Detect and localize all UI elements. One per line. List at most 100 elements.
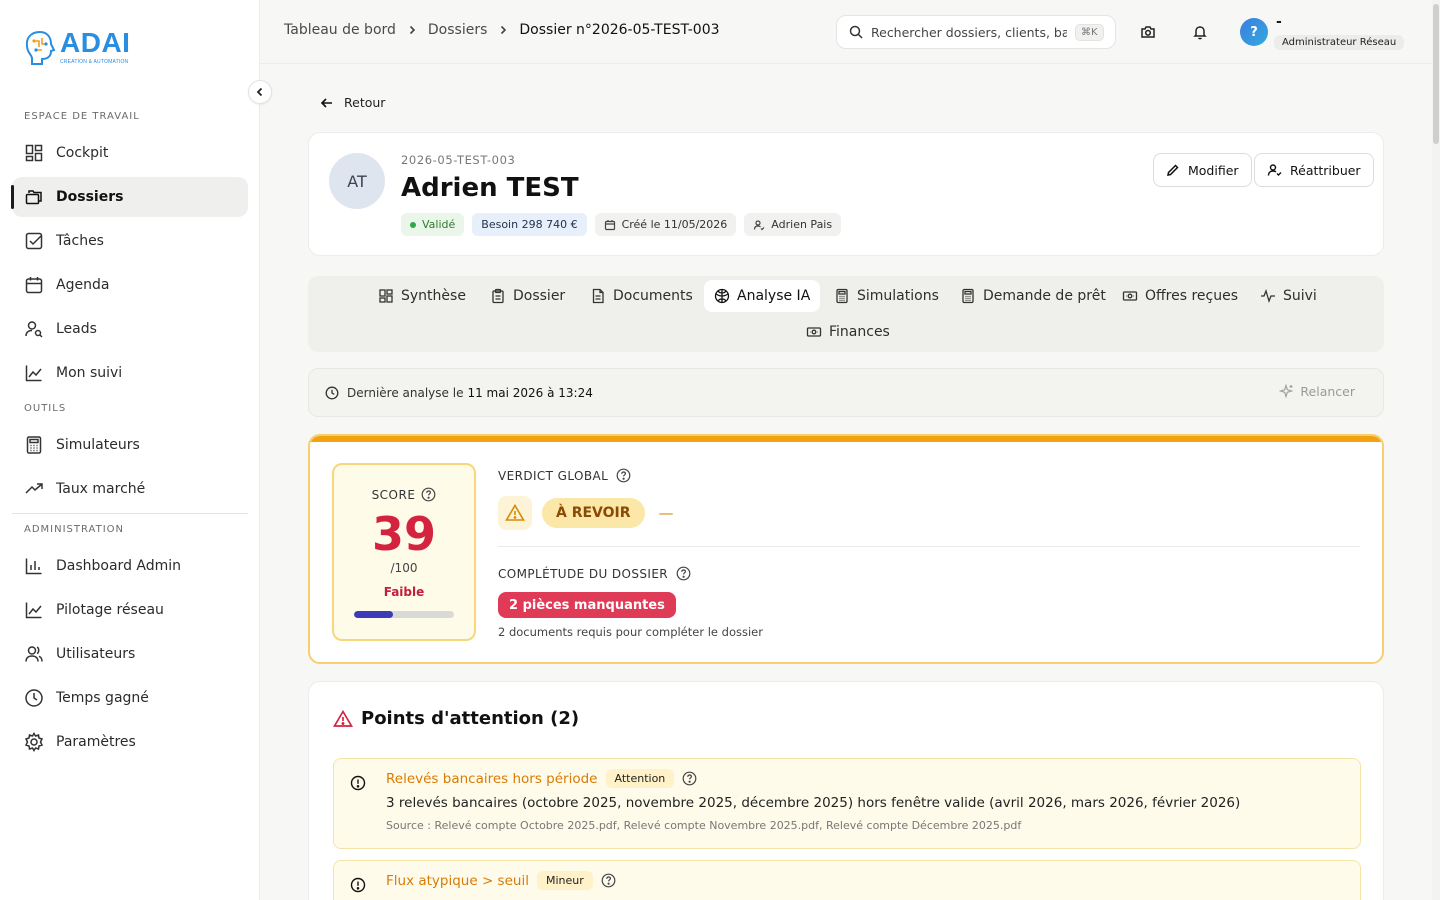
last-analysis-label: Dernière analyse le [347,385,464,400]
scrollbar-thumb[interactable] [1433,4,1439,144]
sidebar-item-leads[interactable]: Leads [12,309,248,349]
tab-analyse-ia[interactable]: Analyse IA [704,280,821,312]
sidebar-item-label: Pilotage réseau [56,602,164,618]
tab-documents[interactable]: Documents [580,280,703,312]
clock-icon [25,689,43,707]
client-header-card: AT 2026-05-TEST-003 Adrien TEST Validé B… [308,132,1384,256]
score-progress-fill [354,611,393,618]
attention-item[interactable]: Flux atypique > seuil Mineur [333,860,1361,900]
sidebar-item-taux-marche[interactable]: Taux marché [12,469,248,509]
pencil-icon [1167,164,1179,176]
sidebar-item-label: Tâches [56,233,104,249]
search-input[interactable] [871,24,1067,40]
tab-finances[interactable]: Finances [796,316,900,348]
sidebar-item-taches[interactable]: Tâches [12,221,248,261]
sidebar-item-mon-suivi[interactable]: Mon suivi [12,353,248,393]
bar-chart-icon [25,558,42,575]
file-icon [592,288,604,304]
attention-item-text: 3 relevés bancaires (octobre 2025, novem… [386,795,1241,811]
score-progress-bar [354,611,454,618]
sidebar-item-label: Utilisateurs [56,646,136,662]
sidebar-item-utilisateurs[interactable]: Utilisateurs [12,634,248,674]
attention-item-header: Flux atypique > seuil Mineur [386,871,616,890]
sparkles-icon [1279,384,1294,399]
client-avatar: AT [329,153,385,209]
help-icon[interactable] [421,487,436,502]
calculator-icon [836,288,848,304]
tab-label: Synthèse [401,288,466,304]
sidebar-item-agenda[interactable]: Agenda [12,265,248,305]
status-badge: Validé [401,213,465,236]
attention-item[interactable]: Relevés bancaires hors période Attention… [333,758,1361,849]
score-value: 39 [371,507,436,561]
user-search-icon [25,321,43,338]
sidebar-item-simulateurs[interactable]: Simulateurs [12,425,248,465]
help-icon[interactable] [676,566,691,581]
tab-demande-de-pret[interactable]: Demande de prêt [950,280,1116,312]
help-icon[interactable] [616,468,631,483]
help-icon[interactable] [601,873,616,888]
reassign-button[interactable]: Réattribuer [1254,153,1374,187]
search-box[interactable]: ⌘K [836,15,1116,49]
warning-triangle-icon [505,503,525,521]
breadcrumb-link-dashboard[interactable]: Tableau de bord [284,22,396,38]
sidebar-item-label: Taux marché [56,481,146,497]
sidebar-item-temps-gagne[interactable]: Temps gagné [12,678,248,718]
tab-label: Finances [829,324,890,340]
tab-label: Suivi [1283,288,1317,304]
help-icon[interactable] [682,771,697,786]
rerun-analysis-button[interactable]: Relancer [1279,384,1355,399]
brand-logo[interactable]: ADAI CREATION & AUTOMATION [22,28,130,68]
tab-simulations[interactable]: Simulations [824,280,949,312]
collapse-sidebar-button[interactable] [248,80,272,104]
completeness-title: COMPLÉTUDE DU DOSSIER [498,566,669,581]
tab-label: Simulations [857,288,939,304]
nav-divider [12,513,248,514]
activity-icon [1261,289,1275,303]
page-scrollbar[interactable] [1432,0,1440,900]
score-max: /100 [390,561,418,575]
banknote-icon [1122,291,1138,301]
user-plus-icon [1267,164,1282,176]
breadcrumb-link-dossiers[interactable]: Dossiers [428,22,488,38]
tab-synthese[interactable]: Synthèse [368,280,476,312]
chevron-right-icon [409,25,416,35]
attention-item-title: Flux atypique > seuil [386,872,529,889]
calculator-icon [26,436,42,454]
notifications-button[interactable] [1188,20,1212,44]
rerun-label: Relancer [1300,384,1355,399]
trending-up-icon [25,483,43,494]
folders-icon [25,190,42,205]
missing-documents-badge[interactable]: 2 pièces manquantes [498,592,676,618]
camera-button[interactable] [1136,20,1160,44]
sidebar-item-cockpit[interactable]: Cockpit [12,133,248,173]
user-avatar[interactable]: ? [1240,18,1268,46]
score-label: SCORE [371,487,416,502]
search-icon [849,25,863,39]
tab-dossier[interactable]: Dossier [480,280,575,312]
sidebar-item-pilotage-reseau[interactable]: Pilotage réseau [12,590,248,630]
tab-label: Documents [613,288,693,304]
calculator-icon [962,288,974,304]
created-badge: Créé le 11/05/2026 [594,213,737,236]
back-label: Retour [344,95,386,110]
client-tags: Validé Besoin 298 740 € Créé le 11/05/20… [401,213,842,236]
edit-label: Modifier [1188,162,1239,178]
brain-icon [714,288,730,304]
user-name: - [1276,14,1282,30]
edit-button[interactable]: Modifier [1153,153,1252,187]
sidebar-item-dashboard-admin[interactable]: Dashboard Admin [12,546,248,586]
brain-logo-icon [25,30,56,65]
chevron-right-icon [501,25,507,35]
grid-icon [379,289,393,303]
sidebar-item-parametres[interactable]: Paramètres [12,722,248,762]
sidebar-item-label: Simulateurs [56,437,140,453]
tab-offres-recues[interactable]: Offres reçues [1112,280,1248,312]
advisor-label: Adrien Pais [771,218,833,231]
sidebar-item-dossiers[interactable]: Dossiers [11,177,248,217]
nav-section-workspace: ESPACE DE TRAVAIL [24,111,140,122]
sidebar-item-label: Dashboard Admin [56,558,182,574]
back-link[interactable]: Retour [320,95,385,110]
tab-suivi[interactable]: Suivi [1250,280,1327,312]
chevron-left-icon [256,87,263,97]
